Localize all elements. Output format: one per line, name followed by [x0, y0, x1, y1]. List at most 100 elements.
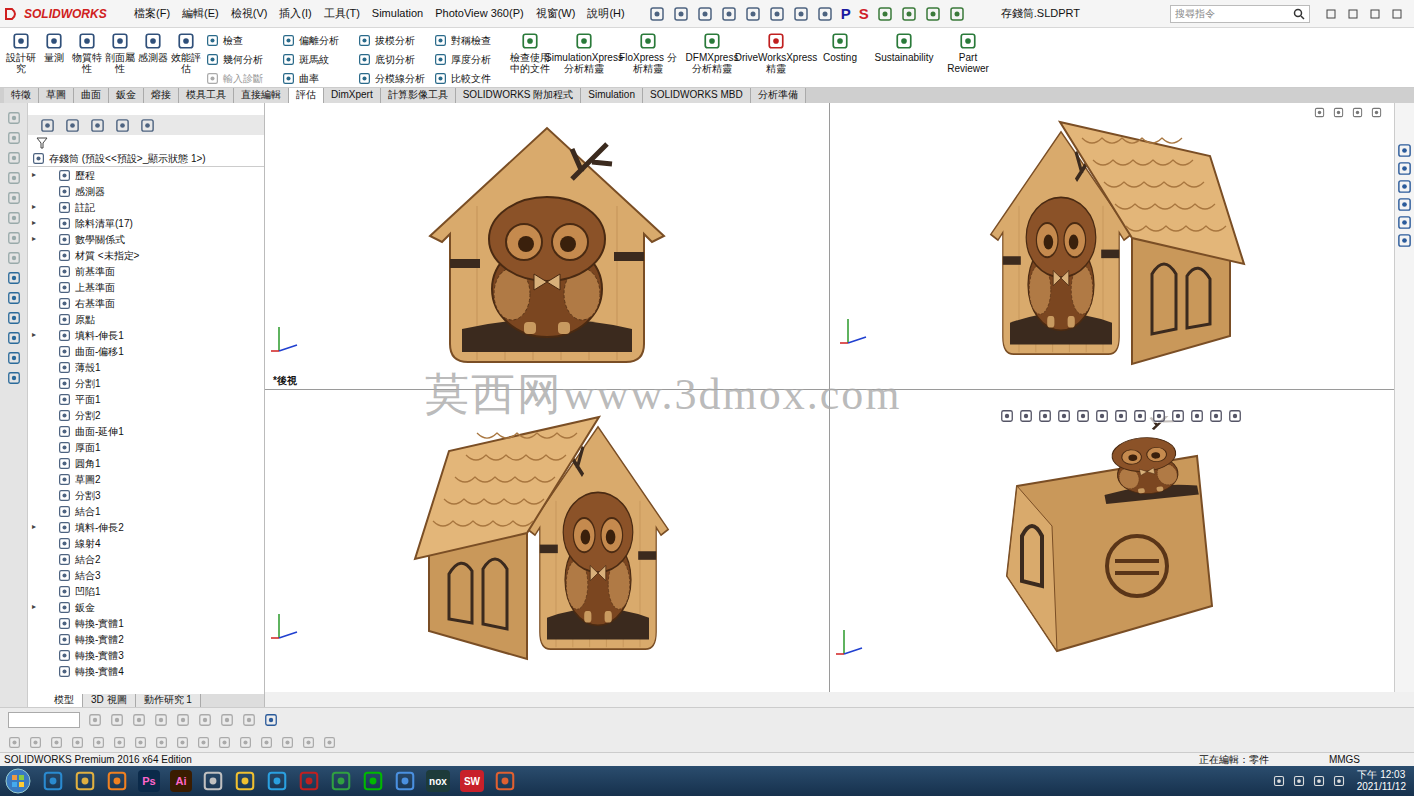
taskbar-app[interactable]: SW [460, 770, 484, 792]
undo-icon[interactable] [745, 6, 761, 22]
menu-item[interactable]: 檔案(F) [134, 5, 170, 22]
command-tab[interactable]: DimXpert [324, 88, 381, 103]
addin-icon[interactable] [959, 32, 977, 50]
taskbar-app-icon[interactable] [202, 770, 224, 792]
taskbar-app-icon[interactable] [42, 770, 64, 792]
house-model-iso-left[interactable] [407, 409, 687, 674]
ribbon-small-button[interactable]: 對稱檢查 [434, 32, 502, 48]
tree-item[interactable]: ▸註記 [28, 199, 264, 215]
status-units[interactable]: MMGS [1329, 753, 1360, 766]
feature-icon[interactable] [58, 505, 71, 518]
toolbar-icon[interactable] [198, 713, 212, 727]
analysis-icon[interactable] [282, 72, 295, 85]
command-tab[interactable]: 計算影像工具 [381, 88, 456, 103]
toolbar-icon[interactable] [242, 713, 256, 727]
addin-icon[interactable] [703, 32, 721, 50]
ribbon-button[interactable]: DFMXpress 分析精靈 [682, 32, 742, 74]
new-icon[interactable] [649, 6, 665, 22]
feature-icon[interactable] [58, 249, 71, 262]
tool-icon[interactable] [7, 191, 21, 205]
expand-toggle[interactable]: ▸ [32, 521, 44, 533]
palette-icon[interactable] [1397, 215, 1412, 230]
open-icon[interactable] [673, 6, 689, 22]
feature-icon[interactable] [58, 393, 71, 406]
app-logo[interactable]: SOLIDWORKS [4, 5, 134, 23]
config-icon[interactable] [90, 118, 105, 133]
ribbon-button[interactable]: FloXpress 分析精靈 [618, 32, 678, 74]
feature-icon[interactable] [58, 617, 71, 630]
scene-icon[interactable] [901, 6, 917, 22]
tool-icon[interactable] [144, 32, 162, 50]
sketch-tool-icon[interactable] [50, 736, 63, 749]
start-button-icon[interactable] [4, 767, 32, 795]
camera-icon[interactable] [925, 6, 941, 22]
ribbon-small-button[interactable]: 輸入診斷 [206, 70, 274, 86]
feature-icon[interactable] [58, 489, 71, 502]
keyboard-icon[interactable] [1273, 775, 1285, 787]
menu-item[interactable]: 視窗(W) [536, 5, 576, 22]
ribbon-small-button[interactable]: 底切分析 [358, 51, 426, 67]
tree-item[interactable]: 轉換-實體2 [28, 631, 264, 647]
sketch-tool-icon[interactable] [92, 736, 105, 749]
graphics-area[interactable]: *後視莫西网www.3dmox.com [265, 103, 1414, 692]
tree-item[interactable]: 草圖2 [28, 471, 264, 487]
taskbar-app-icon[interactable] [330, 770, 352, 792]
tree-item[interactable]: 圓角1 [28, 455, 264, 471]
tree-item[interactable]: 分割1 [28, 375, 264, 391]
sketch-tool-icon[interactable] [29, 736, 42, 749]
taskbar-app-icon[interactable] [362, 770, 384, 792]
tree-item[interactable]: ▸鈑金 [28, 599, 264, 615]
print-icon[interactable] [721, 6, 737, 22]
toolbar-icon[interactable] [154, 713, 168, 727]
tree-item[interactable]: 曲面-延伸1 [28, 423, 264, 439]
menu-item[interactable]: 編輯(E) [182, 5, 219, 22]
ribbon-small-button[interactable]: 比較文件 [434, 70, 502, 86]
addin-icon[interactable] [639, 32, 657, 50]
tool-icon[interactable] [7, 311, 21, 325]
menu-item[interactable]: 說明(H) [587, 5, 624, 22]
feature-tree-icon[interactable] [40, 118, 55, 133]
tree-item[interactable]: 平面1 [28, 391, 264, 407]
toolbar-letter-button[interactable]: P [841, 6, 851, 21]
sketch-tool-icon[interactable] [134, 736, 147, 749]
minimize-icon[interactable] [1348, 9, 1358, 19]
feature-icon[interactable] [58, 217, 71, 230]
feature-icon[interactable] [58, 281, 71, 294]
view-tool-icon[interactable] [1133, 409, 1147, 423]
feature-icon[interactable] [58, 233, 71, 246]
menu-item[interactable]: 檢視(V) [231, 5, 268, 22]
dimxpert-icon[interactable] [115, 118, 130, 133]
viewport-back[interactable]: *後視 [265, 103, 830, 390]
analysis-icon[interactable] [206, 34, 219, 47]
view-tool-icon[interactable] [1228, 409, 1242, 423]
tool-icon[interactable] [7, 211, 21, 225]
analysis-icon[interactable] [206, 72, 219, 85]
feature-icon[interactable] [58, 409, 71, 422]
feature-icon[interactable] [58, 665, 71, 678]
appearance-icon[interactable] [877, 6, 893, 22]
tree-item[interactable]: 結合2 [28, 551, 264, 567]
command-tab[interactable]: 評估 [289, 88, 324, 103]
tool-icon[interactable] [7, 291, 21, 305]
ribbon-button[interactable]: 感測器 [136, 32, 169, 63]
home-icon[interactable] [1397, 143, 1412, 158]
sketch-tool-icon[interactable] [218, 736, 231, 749]
tool-icon[interactable] [7, 111, 21, 125]
toolbar-icon[interactable] [110, 713, 124, 727]
tree-item[interactable]: 線射4 [28, 535, 264, 551]
sketch-tool-icon[interactable] [239, 736, 252, 749]
feature-icon[interactable] [58, 185, 71, 198]
ribbon-small-button[interactable]: 偏離分析 [282, 32, 350, 48]
feature-icon[interactable] [58, 361, 71, 374]
tree-root[interactable]: 存錢筒 (預設<<預設>_顯示狀態 1>) [28, 151, 264, 167]
close-icon[interactable] [1392, 9, 1402, 19]
tool-icon[interactable] [7, 251, 21, 265]
volume-icon[interactable] [1333, 775, 1345, 787]
property-icon[interactable] [65, 118, 80, 133]
feature-icon[interactable] [58, 553, 71, 566]
expand-toggle[interactable]: ▸ [32, 233, 44, 245]
house-model-front[interactable] [422, 124, 672, 369]
tool-icon[interactable] [111, 32, 129, 50]
display-icon[interactable] [949, 6, 965, 22]
feature-icon[interactable] [58, 345, 71, 358]
